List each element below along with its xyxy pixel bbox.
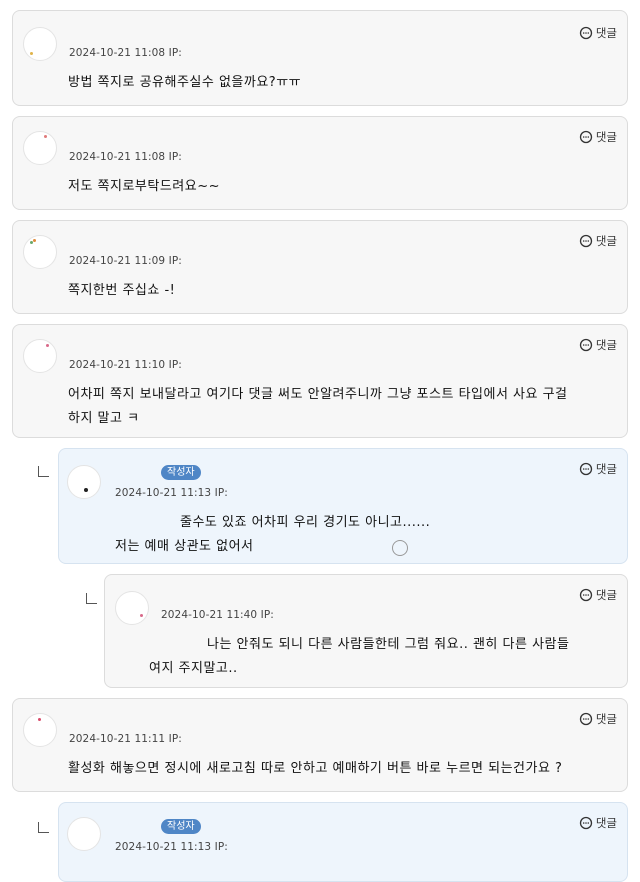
author-reply-card: 작성자 2024-10-21 11:13 IP: 댓글: [58, 802, 628, 882]
reply-label: 댓글: [595, 338, 617, 352]
reply-button[interactable]: 댓글: [579, 25, 617, 41]
comment-card: 2024-10-21 11:11 IP: 활성화 해놓으면 정시에 새로고침 따…: [12, 698, 628, 792]
comment-icon: [579, 234, 593, 248]
comment-text-line: 저는 예매 상관도 없어서: [115, 539, 254, 554]
avatar[interactable]: [23, 27, 57, 61]
avatar[interactable]: [23, 131, 57, 165]
comment-icon: [579, 462, 593, 476]
avatar[interactable]: [67, 465, 101, 499]
loading-spinner-icon: [392, 540, 408, 556]
author-badge: 작성자: [161, 819, 201, 834]
reply-label: 댓글: [595, 26, 617, 40]
reply-button[interactable]: 댓글: [579, 815, 617, 831]
comment-card: 2024-10-21 11:09 IP: 쪽지한번 주십쇼 -! 댓글: [12, 220, 628, 314]
comment-text: 어차피 쪽지 보내달라고 여기다 댓글 써도 안알려주니까 그냥 포스트 타입에…: [68, 383, 618, 431]
reply-button[interactable]: 댓글: [579, 233, 617, 249]
comment-text-line: 줄수도 있죠 어차피 우리 경기도 아니고......: [180, 515, 431, 530]
comment-text-line: 하지 말고 ㅋ: [68, 411, 140, 426]
reply-indent-icon: [38, 822, 49, 833]
reply-button[interactable]: 댓글: [579, 337, 617, 353]
reply-button[interactable]: 댓글: [579, 711, 617, 727]
avatar[interactable]: [67, 817, 101, 851]
comment-timestamp: 2024-10-21 11:13 IP:: [115, 841, 228, 853]
avatar[interactable]: [115, 591, 149, 625]
reply-label: 댓글: [595, 130, 617, 144]
reply-label: 댓글: [595, 234, 617, 248]
reply-label: 댓글: [595, 816, 617, 830]
avatar[interactable]: [23, 235, 57, 269]
reply-label: 댓글: [595, 588, 617, 602]
comment-text: 활성화 해놓으면 정시에 새로고침 따로 안하고 예매하기 버튼 바로 누르면 …: [68, 761, 563, 776]
comment-text: 쪽지한번 주십쇼 -!: [68, 283, 176, 298]
comment-timestamp: 2024-10-21 11:13 IP:: [115, 487, 228, 499]
timestamp-text: 2024-10-21 11:13 IP:: [115, 487, 228, 499]
comment-text: 나는 안줘도 되니 다른 사람들한테 그럼 줘요.. 괜히 다른 사람들 여지 …: [149, 633, 619, 681]
reply-button[interactable]: 댓글: [579, 587, 617, 603]
comment-card: 2024-10-21 11:08 IP: 방법 쪽지로 공유해주실수 없을까요?…: [12, 10, 628, 106]
comment-card: 2024-10-21 11:08 IP: 저도 쪽지로부탁드려요~~ 댓글: [12, 116, 628, 210]
comment-icon: [579, 26, 593, 40]
comment-text-line: 여지 주지말고..: [149, 661, 238, 676]
comment-icon: [579, 588, 593, 602]
comment-timestamp: 2024-10-21 11:09 IP:: [69, 255, 182, 267]
reply-indent-icon: [86, 593, 97, 604]
comment-timestamp: 2024-10-21 11:08 IP:: [69, 151, 182, 163]
comment-text-line: 나는 안줘도 되니 다른 사람들한테 그럼 줘요.. 괜히 다른 사람들: [207, 637, 570, 652]
avatar[interactable]: [23, 713, 57, 747]
comment-icon: [579, 712, 593, 726]
reply-button[interactable]: 댓글: [579, 461, 617, 477]
reply-label: 댓글: [595, 712, 617, 726]
comment-timestamp: 2024-10-21 11:11 IP:: [69, 733, 182, 745]
comment-text: 방법 쪽지로 공유해주실수 없을까요?ㅠㅠ: [68, 75, 302, 90]
comment-icon: [579, 338, 593, 352]
comment-timestamp: 2024-10-21 11:08 IP:: [69, 47, 182, 59]
comment-icon: [579, 816, 593, 830]
reply-button[interactable]: 댓글: [579, 129, 617, 145]
comment-timestamp: 2024-10-21 11:10 IP:: [69, 359, 182, 371]
comment-card: 2024-10-21 11:40 IP: 나는 안줘도 되니 다른 사람들한테 …: [104, 574, 628, 688]
reply-label: 댓글: [595, 462, 617, 476]
comment-text: 줄수도 있죠 어차피 우리 경기도 아니고...... 저는 예매 상관도 없어…: [115, 511, 615, 559]
author-badge: 작성자: [161, 465, 201, 480]
comment-text-line: 어차피 쪽지 보내달라고 여기다 댓글 써도 안알려주니까 그냥 포스트 타입에…: [68, 387, 568, 402]
author-reply-card: 작성자 2024-10-21 11:13 IP: 줄수도 있죠 어차피 우리 경…: [58, 448, 628, 564]
comment-card: 2024-10-21 11:10 IP: 어차피 쪽지 보내달라고 여기다 댓글…: [12, 324, 628, 438]
comment-icon: [579, 130, 593, 144]
comment-text: 저도 쪽지로부탁드려요~~: [68, 179, 221, 194]
avatar[interactable]: [23, 339, 57, 373]
comment-timestamp: 2024-10-21 11:40 IP:: [161, 609, 274, 621]
reply-indent-icon: [38, 466, 49, 477]
